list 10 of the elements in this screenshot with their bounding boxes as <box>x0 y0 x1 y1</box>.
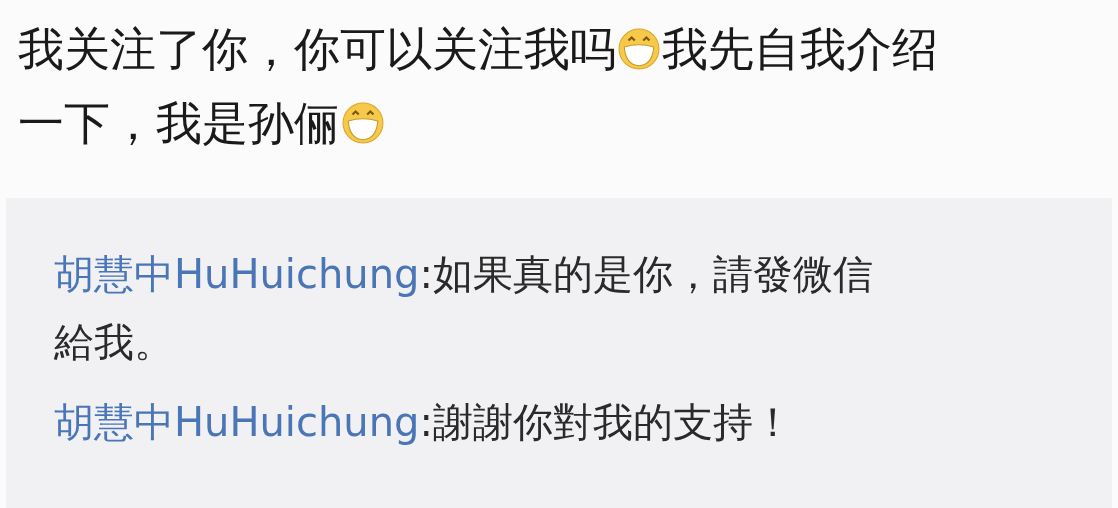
username-link[interactable]: 胡慧中HuHuichung <box>54 240 420 308</box>
post-text: 我关注了你，你可以关注我吗 <box>18 21 616 78</box>
username-link[interactable]: 胡慧中HuHuichung <box>54 388 420 456</box>
grinning-emoji-icon <box>618 28 660 70</box>
comment-text: 給我。 <box>54 318 174 367</box>
post-text: 我先自我介绍 <box>662 21 938 78</box>
comment-text: :謝謝你對我的支持！ <box>419 398 793 447</box>
comment-text: :如果真的是你，請發微信 <box>419 250 873 299</box>
grinning-emoji-icon <box>342 102 384 144</box>
post-text: 一下，我是孙俪 <box>18 95 340 152</box>
